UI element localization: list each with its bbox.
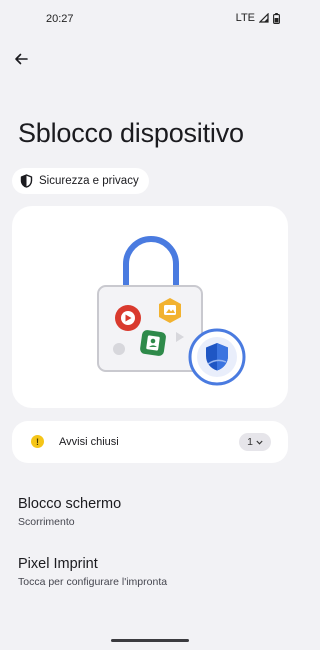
alerts-label: Avvisi chiusi [59, 436, 119, 448]
padlock-icon [97, 285, 203, 372]
video-app-icon [115, 305, 141, 331]
shield-outline-icon [20, 174, 33, 188]
dismissed-alerts-card[interactable]: ! Avvisi chiusi 1 [12, 421, 288, 463]
pref-title: Pixel Imprint [18, 556, 98, 572]
grey-dot [113, 343, 125, 355]
chip-label: Sicurezza e privacy [39, 175, 139, 187]
pref-title: Blocco schermo [18, 496, 122, 512]
gesture-nav-handle[interactable] [111, 639, 189, 642]
page-title: Sblocco dispositivo [18, 118, 244, 148]
illustration-card [12, 206, 288, 408]
alerts-count: 1 [247, 436, 253, 448]
pref-screen-lock[interactable]: Blocco schermo Scorrimento [18, 496, 121, 528]
status-icons: LTE [236, 12, 280, 24]
status-bar: 20:27 LTE [0, 0, 300, 38]
signal-icon [259, 13, 269, 23]
security-privacy-chip[interactable]: Sicurezza e privacy [12, 168, 149, 194]
pref-subtitle: Scorrimento [18, 516, 75, 528]
security-shield-icon [188, 328, 246, 386]
alerts-count-toggle[interactable]: 1 [239, 433, 271, 451]
padlock-shackle [123, 236, 179, 289]
pref-subtitle: Tocca per configurare l'impronta [18, 576, 168, 588]
battery-icon [273, 12, 280, 24]
chevron-down-icon [256, 440, 263, 445]
warning-icon: ! [31, 435, 44, 448]
contact-app-icon [140, 330, 166, 356]
network-type: LTE [235, 12, 255, 24]
status-time: 20:27 [46, 13, 74, 25]
back-button[interactable] [8, 46, 34, 72]
pref-pixel-imprint[interactable]: Pixel Imprint Tocca per configurare l'im… [18, 556, 167, 588]
arrow-back-icon [15, 53, 28, 65]
unlock-illustration [97, 236, 246, 386]
